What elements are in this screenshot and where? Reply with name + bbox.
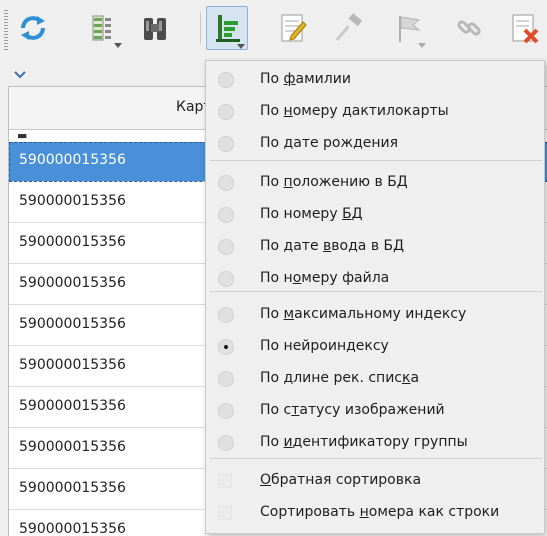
binoculars-icon — [144, 18, 166, 40]
sort-option-item[interactable]: По дате рождения — [206, 129, 544, 161]
menu-item-label: По дате рождения — [260, 135, 399, 151]
card-number-cell: 590000015356 — [19, 234, 126, 250]
sort-option-item[interactable]: По номеру БД — [206, 200, 544, 232]
sort-checkbox-item[interactable]: Обратная сортировка — [206, 466, 544, 498]
columns-button[interactable] — [84, 6, 126, 50]
checkbox[interactable] — [218, 474, 232, 488]
radio-button[interactable] — [218, 403, 234, 419]
delete-document-icon — [512, 14, 539, 44]
refresh-icon — [21, 16, 45, 40]
menu-item-label: По номеру файла — [260, 270, 390, 286]
refresh-button[interactable] — [12, 6, 54, 50]
sort-option-item[interactable]: По статусу изображений — [206, 396, 544, 428]
menu-item-label: По фамилии — [260, 71, 351, 87]
sort-checkbox-item[interactable]: Сортировать номера как строки — [206, 498, 544, 530]
menu-item-label: По длине рек. списка — [260, 370, 420, 386]
card-number-cell: 590000015356 — [19, 398, 126, 414]
find-button[interactable] — [134, 6, 176, 50]
link-button[interactable] — [448, 6, 490, 50]
flag-icon — [399, 16, 421, 42]
radio-button[interactable] — [218, 307, 234, 323]
card-number-cell: 590000015356 — [19, 357, 126, 373]
sort-option-item[interactable]: По идентификатору группы — [206, 428, 544, 460]
toolbar-separator — [200, 12, 201, 44]
checkbox[interactable] — [218, 506, 232, 520]
menu-item-label: По номеру дактилокарты — [260, 103, 449, 119]
sort-order-icon — [216, 15, 240, 42]
radio-button[interactable] — [218, 271, 234, 287]
radio-button[interactable] — [218, 239, 234, 255]
chevron-down-icon[interactable] — [14, 70, 26, 80]
radio-button[interactable] — [218, 207, 234, 223]
sort-option-item[interactable]: По номеру файла — [206, 264, 544, 296]
menu-item-label: Обратная сортировка — [260, 472, 422, 488]
radio-button[interactable] — [218, 339, 234, 355]
edit-button[interactable] — [272, 6, 314, 50]
sort-option-item[interactable]: По длине рек. списка — [206, 364, 544, 396]
edit-document-icon — [281, 14, 307, 42]
menu-item-label: Сортировать номера как строки — [260, 504, 500, 520]
menu-item-label: По дате ввода в БД — [260, 238, 405, 254]
columns-list-icon — [92, 15, 111, 41]
menu-item-label: По нейроиндексу — [260, 338, 389, 354]
sort-option-item[interactable]: По положению в БД — [206, 168, 544, 200]
sort-option-item[interactable]: По нейроиндексу — [206, 332, 544, 364]
card-number-cell: 590000015356 — [19, 316, 126, 332]
link-icon — [457, 20, 481, 36]
delete-button[interactable] — [504, 6, 546, 50]
partial-row-marker: ▬ — [17, 129, 28, 142]
menu-item-label: По максимальному индексу — [260, 306, 467, 322]
sort-option-item[interactable]: По фамилии — [206, 65, 544, 97]
chevron-down-icon — [114, 43, 122, 48]
menu-item-label: По идентификатору группы — [260, 434, 468, 450]
radio-button[interactable] — [218, 175, 234, 191]
menu-item-label: По положению в БД — [260, 174, 408, 190]
toolbar-grip[interactable] — [4, 10, 8, 50]
radio-button[interactable] — [218, 72, 234, 88]
card-number-cell: 590000015356 — [19, 521, 126, 536]
card-number-cell: 590000015356 — [19, 152, 126, 168]
card-number-cell: 590000015356 — [19, 275, 126, 291]
flag-button[interactable] — [388, 6, 430, 50]
card-number-cell: 590000015356 — [19, 439, 126, 455]
radio-button[interactable] — [218, 136, 234, 152]
chevron-down-icon — [418, 43, 426, 48]
radio-button[interactable] — [218, 371, 234, 387]
card-number-cell: 590000015356 — [19, 480, 126, 496]
radio-button[interactable] — [218, 435, 234, 451]
sort-button[interactable] — [206, 6, 248, 50]
chevron-down-icon — [237, 44, 245, 49]
radio-button[interactable] — [218, 104, 234, 120]
hammer-button[interactable] — [330, 6, 372, 50]
main-toolbar — [0, 0, 547, 60]
sort-option-item[interactable]: По дате ввода в БД — [206, 232, 544, 264]
menu-item-label: По статусу изображений — [260, 402, 445, 418]
hammer-icon — [335, 13, 363, 41]
menu-item-label: По номеру БД — [260, 206, 363, 222]
card-number-cell: 590000015356 — [19, 193, 126, 209]
sort-option-item[interactable]: По максимальному индексу — [206, 300, 544, 332]
sort-option-item[interactable]: По номеру дактилокарты — [206, 97, 544, 129]
sort-menu: По фамилии По номеру дактилокарты По дате … — [205, 60, 545, 534]
